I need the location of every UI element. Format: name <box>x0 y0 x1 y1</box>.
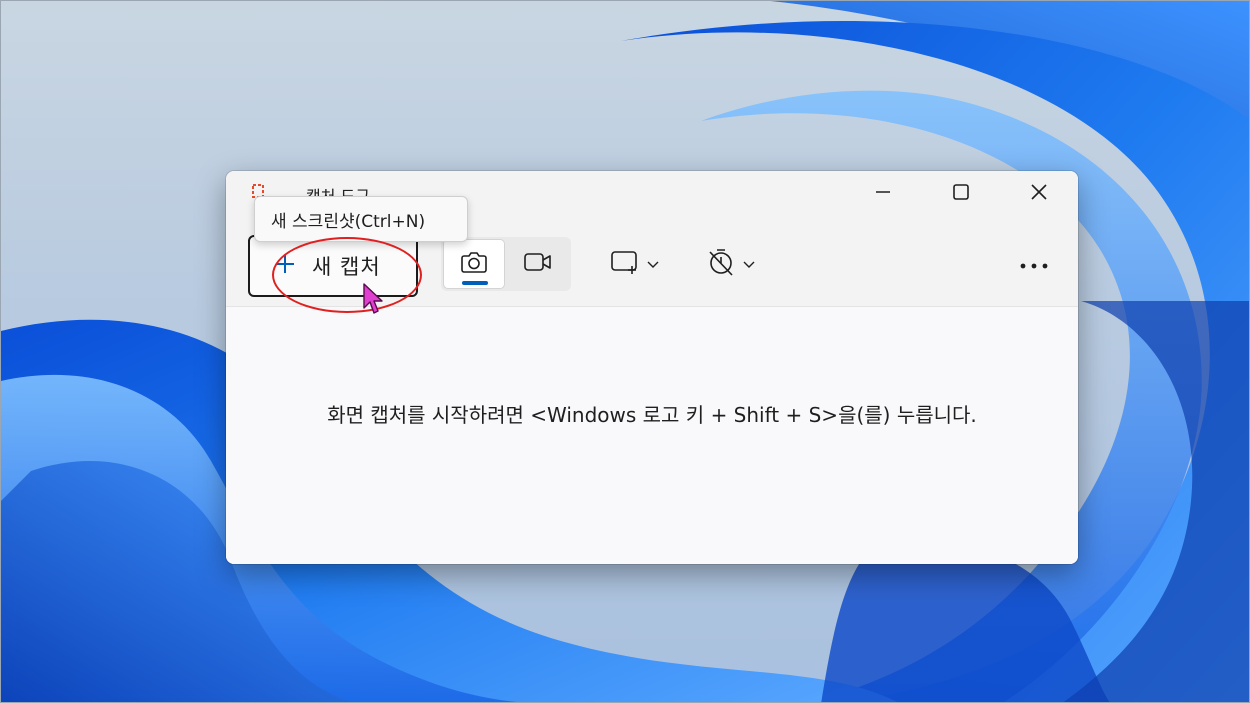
new-screenshot-tooltip: 새 스크린샷(Ctrl+N) <box>254 196 468 242</box>
annotation-highlight-circle <box>272 237 422 313</box>
mouse-cursor-icon <box>362 282 384 320</box>
more-dots-icon <box>1019 255 1049 274</box>
video-mode-button[interactable] <box>507 239 569 289</box>
minimize-icon <box>875 184 891 204</box>
maximize-button[interactable] <box>922 171 1000 217</box>
camera-icon <box>460 250 488 278</box>
maximize-icon <box>952 183 970 205</box>
close-button[interactable] <box>1000 171 1078 217</box>
capture-hint-text: 화면 캡처를 시작하려면 <Windows 로고 키 + Shift + S>을… <box>327 403 977 427</box>
capture-mode-toggle <box>441 237 571 291</box>
snip-shape-dropdown[interactable] <box>610 239 660 289</box>
chevron-down-icon <box>646 255 660 274</box>
delay-dropdown[interactable] <box>706 239 756 289</box>
close-icon <box>1030 183 1048 205</box>
capture-area: 화면 캡처를 시작하려면 <Windows 로고 키 + Shift + S>을… <box>226 307 1078 564</box>
timer-off-icon <box>706 247 736 281</box>
selected-mode-indicator <box>462 281 488 285</box>
photo-mode-button[interactable] <box>443 239 505 289</box>
chevron-down-icon <box>742 255 756 274</box>
video-camera-icon <box>523 251 553 277</box>
minimize-button[interactable] <box>844 171 922 217</box>
more-options-button[interactable] <box>1012 239 1056 289</box>
rectangle-snip-icon <box>610 249 640 279</box>
